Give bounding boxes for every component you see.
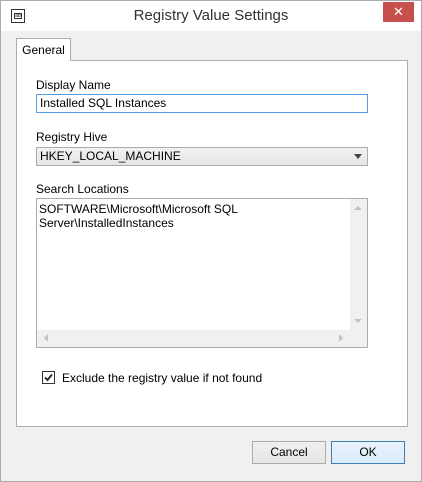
list-item[interactable]: SOFTWARE\Microsoft\Microsoft SQL Server\… [39, 202, 367, 230]
scroll-down-icon[interactable] [354, 319, 362, 323]
title-bar[interactable]: ab Registry Value Settings ✕ [1, 1, 421, 31]
display-name-label: Display Name [36, 78, 111, 92]
dialog-window: ab Registry Value Settings ✕ General Dis… [0, 0, 422, 482]
registry-hive-dropdown[interactable]: HKEY_LOCAL_MACHINE [36, 147, 368, 166]
scrollbar-corner [350, 330, 367, 347]
registry-hive-label: Registry Hive [36, 130, 108, 144]
registry-hive-value: HKEY_LOCAL_MACHINE [40, 149, 181, 163]
tab-general[interactable]: General [16, 38, 71, 61]
exclude-if-not-found-label[interactable]: Exclude the registry value if not found [62, 371, 262, 385]
close-button[interactable]: ✕ [383, 2, 414, 22]
search-locations-label: Search Locations [36, 182, 129, 196]
general-tab-panel: Display Name Installed SQL Instances Reg… [16, 60, 408, 427]
checkmark-icon [44, 373, 53, 382]
search-locations-list[interactable]: SOFTWARE\Microsoft\Microsoft SQL Server\… [36, 198, 368, 348]
window-title: Registry Value Settings [133, 7, 289, 24]
scroll-left-icon[interactable] [44, 334, 48, 342]
ok-button[interactable]: OK [331, 441, 405, 464]
horizontal-scrollbar[interactable] [37, 330, 350, 347]
chevron-down-icon[interactable] [354, 154, 362, 159]
scroll-right-icon[interactable] [339, 334, 343, 342]
display-name-input[interactable]: Installed SQL Instances [36, 94, 368, 113]
scroll-up-icon[interactable] [354, 206, 362, 210]
exclude-if-not-found-checkbox[interactable] [42, 371, 55, 384]
cancel-button[interactable]: Cancel [252, 441, 326, 464]
vertical-scrollbar[interactable] [350, 199, 367, 330]
